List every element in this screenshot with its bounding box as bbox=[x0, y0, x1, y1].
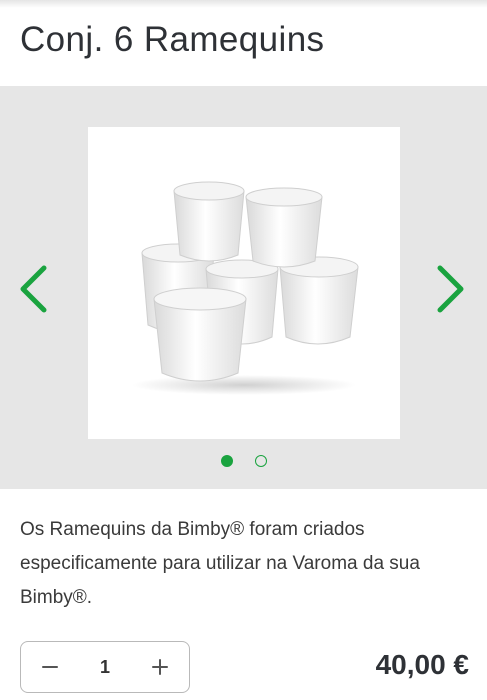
decrement-button[interactable] bbox=[35, 652, 65, 682]
plus-icon bbox=[151, 659, 168, 675]
quantity-stepper: 1 bbox=[20, 641, 190, 693]
product-title: Conj. 6 Ramequins bbox=[20, 20, 325, 59]
product-image bbox=[88, 127, 400, 439]
image-gallery[interactable] bbox=[0, 86, 487, 489]
quantity-value[interactable]: 1 bbox=[100, 657, 110, 678]
chevron-left-icon bbox=[20, 265, 47, 313]
gallery-prev-button[interactable] bbox=[13, 264, 53, 314]
gallery-pagination bbox=[0, 455, 487, 469]
top-shadow bbox=[0, 0, 487, 8]
product-description: Os Ramequins da Bimby® foram criados esp… bbox=[20, 519, 420, 608]
gallery-dot-1[interactable] bbox=[220, 455, 233, 467]
gallery-dot-2[interactable] bbox=[254, 455, 267, 467]
minus-icon bbox=[42, 666, 58, 668]
price-label: 40,00 € bbox=[375, 649, 469, 680]
chevron-right-icon bbox=[437, 265, 464, 313]
increment-button[interactable] bbox=[145, 652, 175, 682]
ramekins-illustration bbox=[132, 181, 359, 395]
gallery-next-button[interactable] bbox=[431, 264, 471, 314]
